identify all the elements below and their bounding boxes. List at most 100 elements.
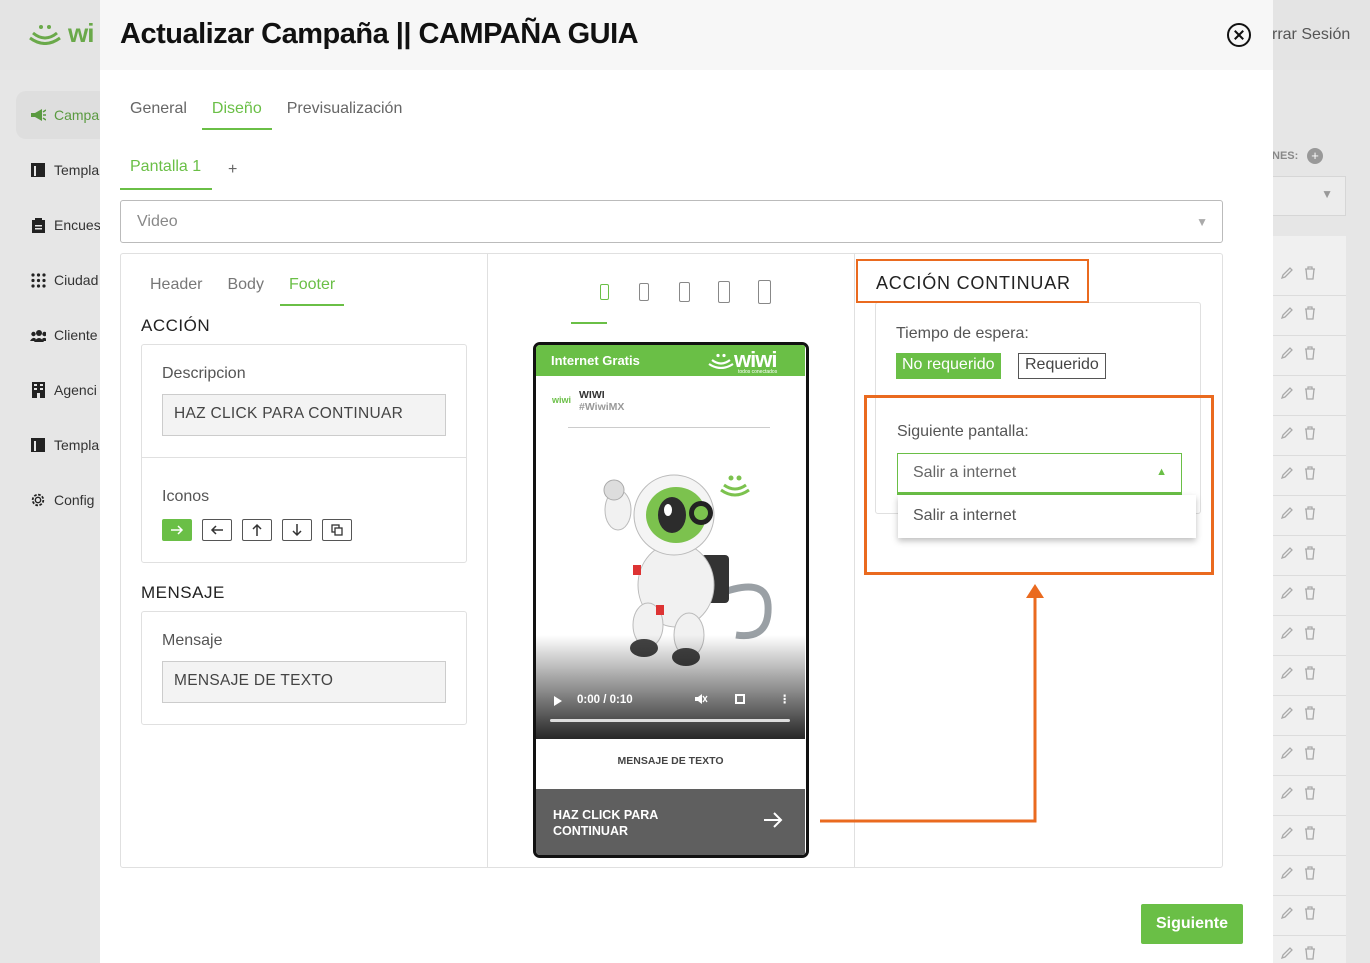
screen-type-value: Video: [137, 213, 178, 230]
pencil-icon[interactable]: [1280, 306, 1294, 325]
phone-large-icon[interactable]: [704, 278, 744, 306]
trash-icon[interactable]: [1304, 946, 1316, 963]
table-row: [1262, 296, 1346, 336]
background-table: [1262, 236, 1346, 963]
trash-icon[interactable]: [1304, 906, 1316, 925]
preview-continue-button[interactable]: HAZ CLICK PARA CONTINUAR: [536, 789, 805, 855]
preview-video[interactable]: 0:00 / 0:10 ⋮: [536, 435, 805, 739]
trash-icon[interactable]: [1304, 786, 1316, 805]
tab-header[interactable]: Header: [141, 272, 211, 306]
mute-icon[interactable]: [694, 693, 708, 708]
table-row: [1262, 896, 1346, 936]
preview-message: MENSAJE DE TEXTO: [617, 755, 724, 767]
table-row: [1262, 376, 1346, 416]
building-icon: [30, 382, 46, 398]
pencil-icon[interactable]: [1280, 386, 1294, 405]
trash-icon[interactable]: [1304, 706, 1316, 725]
pencil-icon[interactable]: [1280, 666, 1294, 685]
arrow-down-icon[interactable]: [282, 519, 312, 541]
pencil-icon[interactable]: [1280, 266, 1294, 285]
trash-icon[interactable]: [1304, 826, 1316, 845]
logout-link[interactable]: rrar Sesión: [1272, 26, 1350, 44]
pencil-icon[interactable]: [1280, 786, 1294, 805]
video-controls-gradient: [536, 635, 805, 739]
pencil-icon[interactable]: [1280, 586, 1294, 605]
pencil-icon[interactable]: [1280, 466, 1294, 485]
sidebar-item-label: Config: [54, 492, 95, 508]
phone-small-icon[interactable]: [584, 278, 624, 306]
trash-icon[interactable]: [1304, 746, 1316, 765]
next-screen-select[interactable]: Salir a internet ▲: [897, 453, 1182, 495]
list-filter-label: NES:: [1272, 150, 1299, 162]
preview-header-bar: Internet Gratis wiwi todos conectados: [536, 345, 805, 376]
pencil-icon[interactable]: [1280, 746, 1294, 765]
pencil-icon[interactable]: [1280, 346, 1294, 365]
arrow-up-icon[interactable]: [242, 519, 272, 541]
filter-select[interactable]: ▼: [1262, 176, 1346, 216]
phone-medium-icon[interactable]: [664, 278, 704, 306]
action-section-title: ACCIÓN: [141, 316, 211, 335]
arrow-left-icon[interactable]: [202, 519, 232, 541]
tab-general[interactable]: General: [120, 92, 197, 130]
pencil-icon[interactable]: [1280, 706, 1294, 725]
trash-icon[interactable]: [1304, 626, 1316, 645]
video-progress-bar[interactable]: [550, 719, 790, 722]
trash-icon[interactable]: [1304, 506, 1316, 525]
trash-icon[interactable]: [1304, 866, 1316, 885]
tab-footer[interactable]: Footer: [279, 272, 345, 306]
phone-icon[interactable]: [624, 278, 664, 306]
trash-icon[interactable]: [1304, 426, 1316, 445]
arrow-right-icon[interactable]: [162, 519, 192, 541]
pencil-icon[interactable]: [1280, 506, 1294, 525]
pencil-icon[interactable]: [1280, 426, 1294, 445]
tab-body[interactable]: Body: [218, 272, 272, 306]
pencil-icon[interactable]: [1280, 546, 1294, 565]
add-screen-button[interactable]: +: [228, 161, 237, 179]
chevron-up-icon: ▲: [1156, 466, 1167, 478]
tab-preview[interactable]: Previsualización: [277, 92, 413, 130]
next-button[interactable]: Siguiente: [1141, 904, 1243, 944]
table-row: [1262, 736, 1346, 776]
required-option[interactable]: Requerido: [1018, 353, 1106, 379]
preview-logo-tagline: todos conectados: [738, 369, 778, 375]
preview-profile-logo: wiwi: [552, 395, 572, 405]
tablet-icon[interactable]: [744, 278, 784, 306]
pencil-icon[interactable]: [1280, 906, 1294, 925]
fullscreen-icon[interactable]: [735, 694, 745, 704]
table-row: [1262, 856, 1346, 896]
trash-icon[interactable]: [1304, 546, 1316, 565]
trash-icon[interactable]: [1304, 666, 1316, 685]
tab-screen-1[interactable]: Pantalla 1: [120, 150, 212, 190]
more-options-icon[interactable]: ⋮: [779, 692, 790, 706]
screen-type-select[interactable]: Video ▼: [120, 200, 1223, 243]
message-input[interactable]: MENSAJE DE TEXTO: [162, 661, 446, 703]
wifi-smile-icon: [29, 24, 61, 45]
device-selector: [584, 278, 784, 306]
pencil-icon[interactable]: [1280, 946, 1294, 963]
dropdown-option[interactable]: Salir a internet: [913, 507, 1016, 525]
trash-icon[interactable]: [1304, 386, 1316, 405]
app-logo[interactable]: wi: [28, 18, 94, 49]
screen-tabs: Pantalla 1 +: [120, 150, 237, 190]
trash-icon[interactable]: [1304, 466, 1316, 485]
pencil-icon[interactable]: [1280, 626, 1294, 645]
not-required-option[interactable]: No requerido: [896, 353, 1001, 379]
table-row: [1262, 936, 1346, 963]
pencil-icon[interactable]: [1280, 826, 1294, 845]
pencil-icon[interactable]: [1280, 866, 1294, 885]
trash-icon[interactable]: [1304, 266, 1316, 285]
message-label: Mensaje: [162, 632, 223, 649]
close-icon[interactable]: [1227, 23, 1251, 47]
tab-design[interactable]: Diseño: [201, 92, 272, 130]
trash-icon[interactable]: [1304, 306, 1316, 325]
preview-header-logo: wiwi todos conectados: [708, 347, 778, 375]
description-input[interactable]: HAZ CLICK PARA CONTINUAR: [162, 394, 446, 436]
trash-icon[interactable]: [1304, 586, 1316, 605]
add-filter-button[interactable]: +: [1307, 148, 1323, 164]
play-icon[interactable]: [554, 696, 562, 706]
copy-icon[interactable]: [322, 519, 352, 541]
preview-header-title: Internet Gratis: [551, 353, 640, 368]
trash-icon[interactable]: [1304, 346, 1316, 365]
preview-profile: wiwi WIWI #WiwiMX: [552, 389, 624, 413]
phone-preview: Internet Gratis wiwi todos conectados wi…: [533, 342, 809, 858]
